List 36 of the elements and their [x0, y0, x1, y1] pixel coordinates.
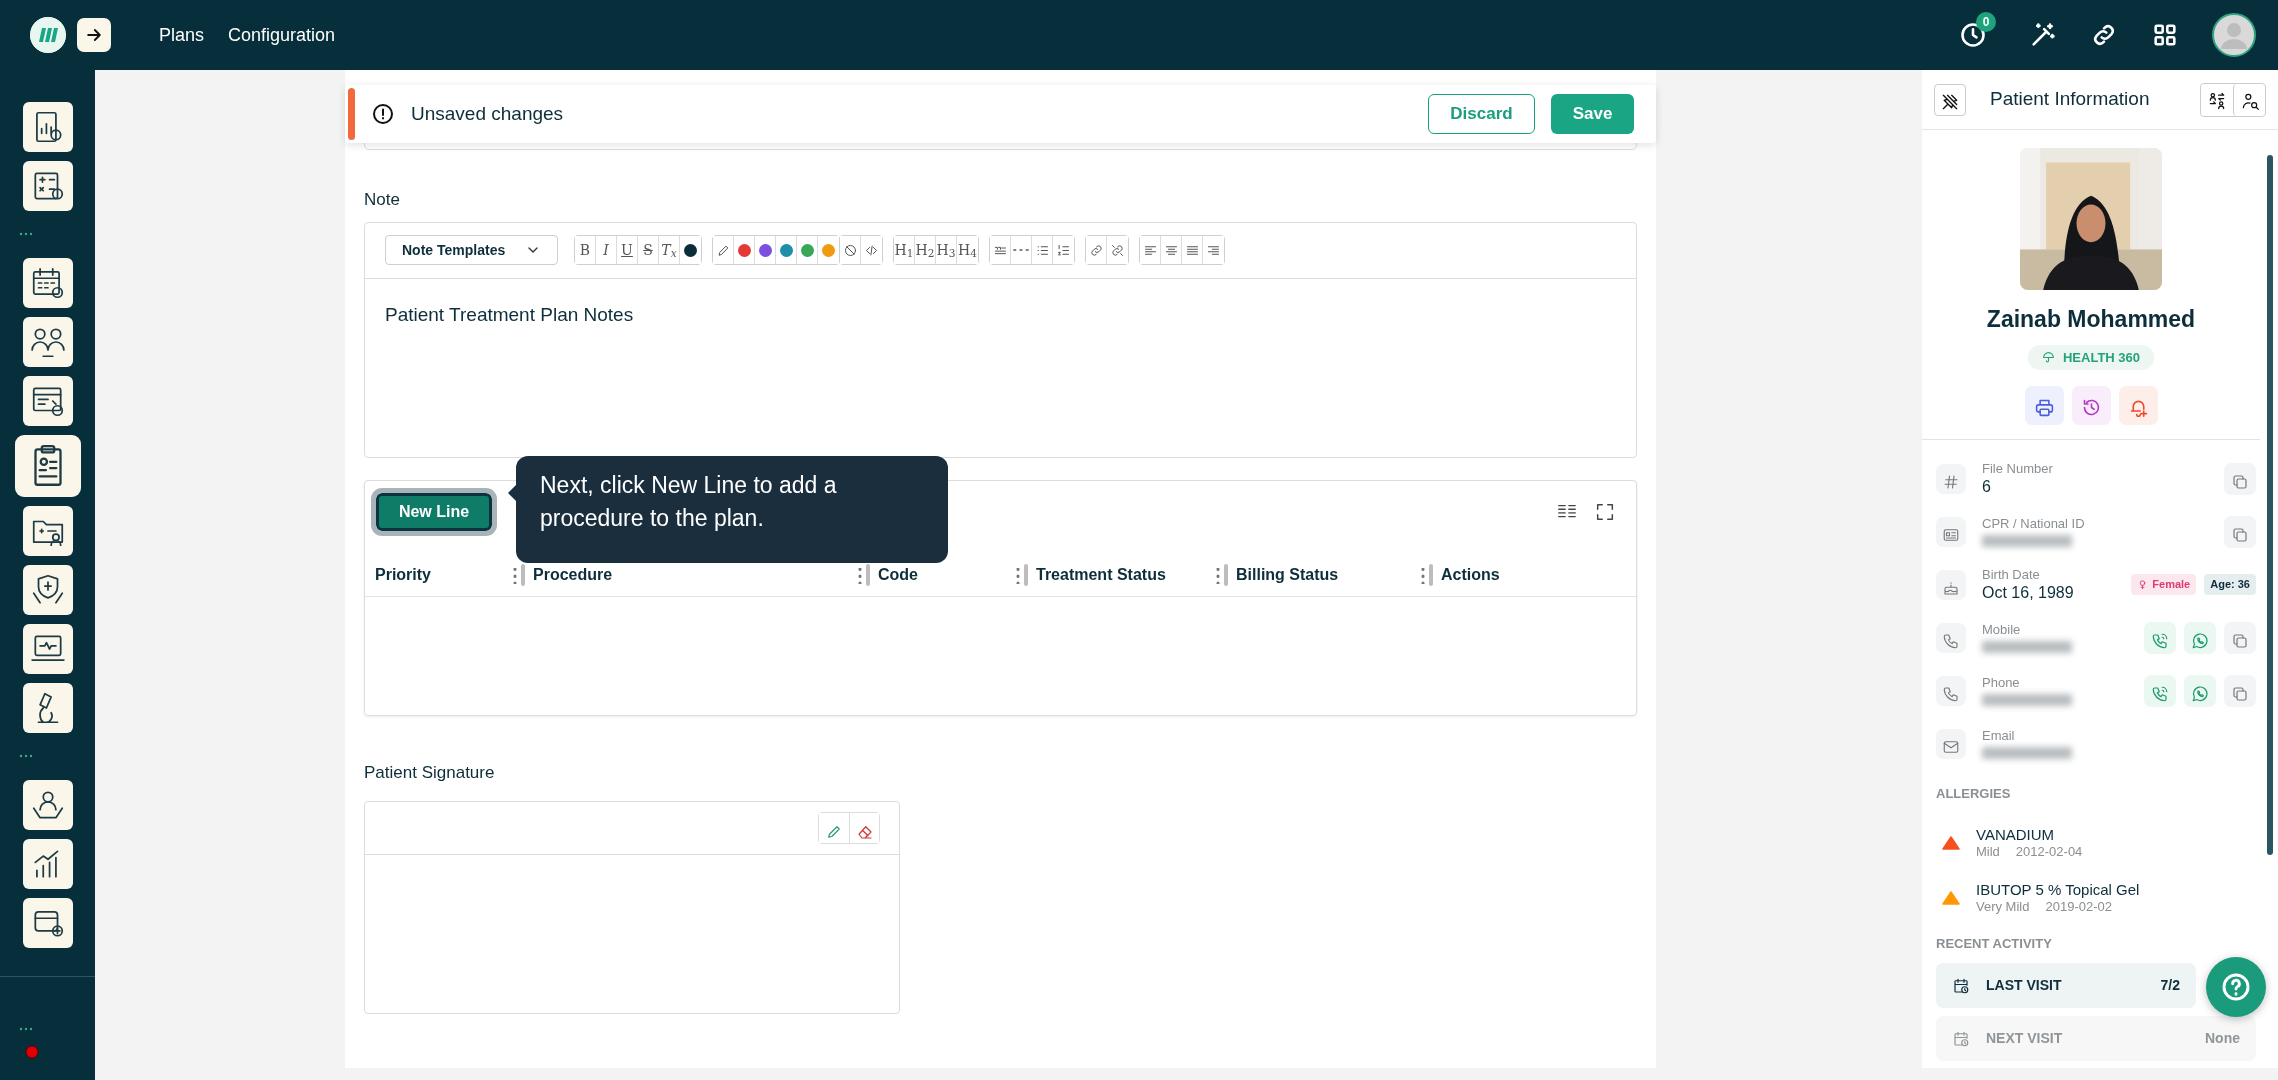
age-badge: Age: 36 — [2204, 574, 2256, 595]
field-label: Email — [1982, 727, 2016, 744]
column-header: Priority — [375, 565, 431, 585]
activity-label: LAST VISIT — [1986, 976, 2062, 995]
column-header: Actions — [1441, 565, 1500, 585]
notification-badge: 0 — [1976, 12, 1996, 32]
section-heading: ALLERGIES — [1936, 785, 2012, 803]
field-label: Mobile — [1982, 621, 2022, 638]
activity-value: None — [2205, 1029, 2240, 1048]
banner-message: Unsaved changes — [411, 101, 564, 126]
panel-title: Patient Information — [1990, 87, 2150, 112]
field-label: CPR / National ID — [1982, 515, 2085, 532]
allergy-name: VANADIUM — [1976, 824, 2056, 845]
section-heading: RECENT ACTIVITY — [1936, 934, 2053, 953]
field-value: Oct 16, 1989 — [1982, 582, 2074, 602]
field-label: File Number — [1982, 461, 2053, 477]
allergy-severity: Mild — [1976, 844, 2000, 862]
field-label: Phone — [1982, 674, 2021, 691]
signature-label: Patient Signature — [364, 761, 496, 784]
gender-label: Female — [2152, 577, 2191, 593]
column-header: Procedure — [533, 565, 613, 585]
allergy-date: 2012-02-04 — [2015, 844, 2083, 862]
note-label: Note — [364, 189, 401, 211]
allergy-name: IBUTOP 5 % Topical Gel — [1976, 879, 2140, 900]
patient-name: Zainab Mohammed — [1986, 305, 2196, 334]
field-label: Birth Date — [1982, 567, 2041, 583]
activity-value: 7/2 — [2160, 976, 2180, 995]
activity-label: NEXT VISIT — [1986, 1029, 2063, 1048]
column-header: Billing Status — [1236, 565, 1339, 585]
program-label: HEALTH 360 — [2062, 348, 2141, 367]
field-value: 6 — [1982, 476, 1992, 496]
allergy-severity: Very Mild — [1976, 899, 2030, 917]
note-text: Patient Treatment Plan Notes — [384, 302, 635, 327]
allergy-date: 2019-02-02 — [2045, 899, 2112, 917]
column-header: Code — [878, 565, 918, 585]
column-header: Treatment Status — [1036, 565, 1166, 585]
